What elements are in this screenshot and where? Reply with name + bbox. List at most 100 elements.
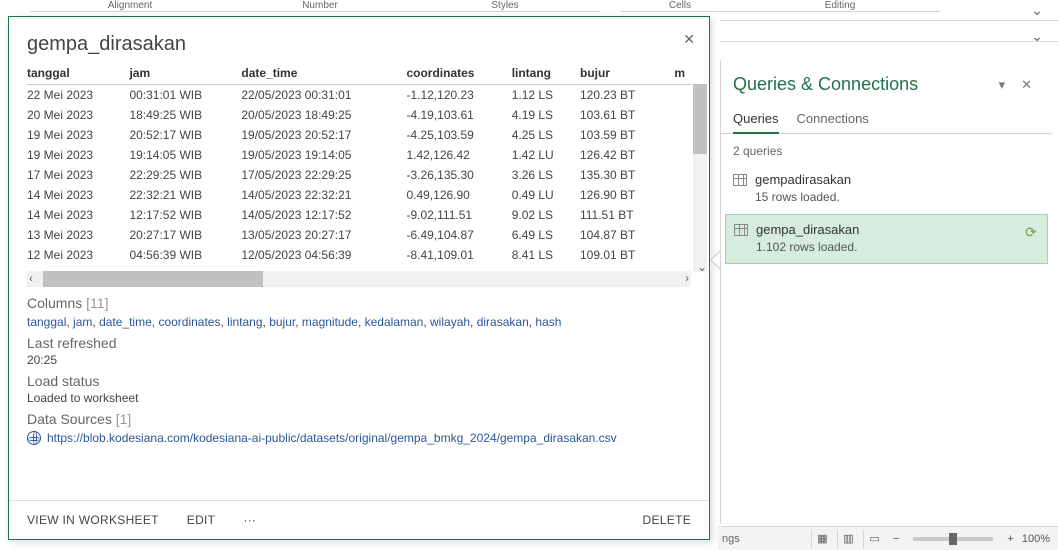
table-icon xyxy=(734,224,748,236)
load-status-label: Load status xyxy=(27,373,691,389)
table-row[interactable]: 22 Mei 202300:31:01 WIB22/05/2023 00:31:… xyxy=(27,85,691,106)
cell-lintang: 3.26 LS xyxy=(512,165,580,185)
tab-queries[interactable]: Queries xyxy=(733,105,779,134)
query-item[interactable]: gempadirasakan 15 rows loaded. xyxy=(721,164,1052,214)
refresh-icon[interactable]: ⟳ xyxy=(1025,224,1039,238)
cell-date_time: 19/05/2023 19:14:05 xyxy=(241,145,406,165)
col-magnitude-cut[interactable]: m xyxy=(667,62,691,85)
cell-jam: 22:29:25 WIB xyxy=(129,165,241,185)
more-button[interactable]: ··· xyxy=(243,513,256,527)
scroll-left-icon[interactable]: ‹ xyxy=(29,271,33,285)
column-link[interactable]: tanggal xyxy=(27,315,66,329)
ribbon-group-editing: Editing xyxy=(740,0,940,12)
close-pane-icon[interactable]: ✕ xyxy=(1013,77,1040,93)
column-link[interactable]: lintang xyxy=(227,315,262,329)
col-bujur[interactable]: bujur xyxy=(580,62,667,85)
zoom-level[interactable]: 100% xyxy=(1022,533,1050,545)
column-link[interactable]: coordinates xyxy=(158,315,220,329)
cell-magnitude-cut xyxy=(667,105,691,125)
table-row[interactable]: 20 Mei 202318:49:25 WIB20/05/2023 18:49:… xyxy=(27,105,691,125)
separator: , xyxy=(423,315,430,329)
status-left-text: ngs xyxy=(722,533,740,545)
query-status: 15 rows loaded. xyxy=(755,187,1040,204)
column-link[interactable]: bujur xyxy=(269,315,295,329)
page-layout-view-icon[interactable]: ▥ xyxy=(837,530,859,548)
horizontal-scrollbar[interactable]: ‹ › xyxy=(27,271,691,287)
col-jam[interactable]: jam xyxy=(129,62,241,85)
close-icon[interactable]: ✕ xyxy=(679,27,699,52)
zoom-out-icon[interactable]: − xyxy=(889,533,903,545)
cell-lintang: 4.25 LS xyxy=(512,125,580,145)
cell-magnitude-cut xyxy=(667,205,691,225)
col-coordinates[interactable]: coordinates xyxy=(406,62,511,85)
table-row[interactable]: 14 Mei 202322:32:21 WIB14/05/2023 22:32:… xyxy=(27,185,691,205)
data-sources-count: [1] xyxy=(116,411,132,427)
column-link[interactable]: date_time xyxy=(99,315,152,329)
popup-footer: VIEW IN WORKSHEET EDIT ··· DELETE xyxy=(9,500,709,539)
cell-bujur: 126.42 BT xyxy=(580,145,667,165)
cell-bujur: 104.87 BT xyxy=(580,225,667,245)
horizontal-scrollbar-thumb[interactable] xyxy=(43,271,263,287)
column-link[interactable]: dirasakan xyxy=(477,315,529,329)
table-row[interactable]: 19 Mei 202320:52:17 WIB19/05/2023 20:52:… xyxy=(27,125,691,145)
ribbon-collapse-chevron-icon[interactable]: ⌄ xyxy=(1031,2,1043,19)
vertical-scrollbar[interactable]: ⌄ xyxy=(693,84,707,272)
column-link[interactable]: hash xyxy=(535,315,561,329)
columns-list: tanggal, jam, date_time, coordinates, li… xyxy=(27,311,691,329)
cell-tanggal: 17 Mei 2023 xyxy=(27,165,129,185)
cell-magnitude-cut xyxy=(667,85,691,106)
data-sources-section: Data Sources [1] https://blob.kodesiana.… xyxy=(9,407,709,447)
cell-bujur: 109.01 BT xyxy=(580,245,667,265)
cell-coordinates: -4.25,103.59 xyxy=(406,125,511,145)
qc-tabs: Queries Connections xyxy=(721,105,1052,134)
cell-magnitude-cut xyxy=(667,245,691,265)
delete-button[interactable]: DELETE xyxy=(643,513,691,527)
cell-date_time: 22/05/2023 00:31:01 xyxy=(241,85,406,106)
ribbon-group-number: Number xyxy=(230,0,410,12)
column-link[interactable]: wilayah xyxy=(430,315,470,329)
formula-bar[interactable] xyxy=(720,20,1058,42)
popup-title: gempa_dirasakan xyxy=(9,17,709,62)
cell-lintang: 8.41 LS xyxy=(512,245,580,265)
table-row[interactable]: 14 Mei 202312:17:52 WIB14/05/2023 12:17:… xyxy=(27,205,691,225)
separator: , xyxy=(470,315,477,329)
edit-button[interactable]: EDIT xyxy=(187,513,216,527)
scroll-down-icon[interactable]: ⌄ xyxy=(697,260,707,274)
table-row[interactable]: 17 Mei 202322:29:25 WIB17/05/2023 22:29:… xyxy=(27,165,691,185)
table-row[interactable]: 19 Mei 202319:14:05 WIB19/05/2023 19:14:… xyxy=(27,145,691,165)
cell-date_time: 20/05/2023 18:49:25 xyxy=(241,105,406,125)
cell-coordinates: -1.12,120.23 xyxy=(406,85,511,106)
table-row[interactable]: 13 Mei 202320:27:17 WIB13/05/2023 20:27:… xyxy=(27,225,691,245)
data-source-link[interactable]: https://blob.kodesiana.com/kodesiana-ai-… xyxy=(47,431,617,445)
zoom-slider-thumb[interactable] xyxy=(949,533,957,545)
column-link[interactable]: magnitude xyxy=(302,315,358,329)
cell-jam: 19:14:05 WIB xyxy=(129,145,241,165)
cell-coordinates: 0.49,126.90 xyxy=(406,185,511,205)
col-lintang[interactable]: lintang xyxy=(512,62,580,85)
normal-view-icon[interactable]: ▦ xyxy=(811,530,833,548)
zoom-in-icon[interactable]: + xyxy=(1003,533,1017,545)
column-link[interactable]: kedalaman xyxy=(365,315,424,329)
vertical-scrollbar-thumb[interactable] xyxy=(693,84,707,154)
data-sources-label: Data Sources xyxy=(27,411,112,427)
page-break-view-icon[interactable]: ▭ xyxy=(863,530,885,548)
view-in-worksheet-button[interactable]: VIEW IN WORKSHEET xyxy=(27,513,159,527)
query-name: gempa_dirasakan xyxy=(756,222,1017,237)
cell-coordinates: -4.19,103.61 xyxy=(406,105,511,125)
cell-tanggal: 12 Mei 2023 xyxy=(27,245,129,265)
cell-lintang: 9.02 LS xyxy=(512,205,580,225)
column-link[interactable]: jam xyxy=(73,315,92,329)
formula-bar-expand-chevron-icon[interactable]: ⌄ xyxy=(1031,28,1043,45)
columns-section: Columns [11] tanggal, jam, date_time, co… xyxy=(9,291,709,331)
cell-bujur: 111.51 BT xyxy=(580,205,667,225)
col-date-time[interactable]: date_time xyxy=(241,62,406,85)
tab-connections[interactable]: Connections xyxy=(797,105,869,133)
zoom-slider[interactable] xyxy=(913,537,993,541)
scroll-right-icon[interactable]: › xyxy=(685,271,689,285)
last-refreshed-label: Last refreshed xyxy=(27,335,691,351)
query-name: gempadirasakan xyxy=(755,172,1040,187)
query-item-selected[interactable]: gempa_dirasakan 1.102 rows loaded. ⟳ xyxy=(725,214,1048,264)
task-pane-options-icon[interactable]: ▾ xyxy=(991,77,1014,93)
col-tanggal[interactable]: tanggal xyxy=(27,62,129,85)
table-row[interactable]: 12 Mei 202304:56:39 WIB12/05/2023 04:56:… xyxy=(27,245,691,265)
